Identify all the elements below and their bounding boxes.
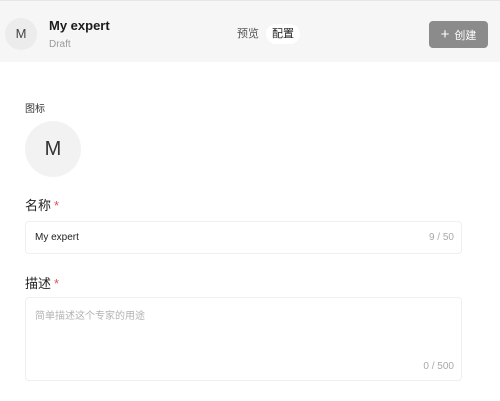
expert-name: My expert (49, 18, 110, 33)
plus-icon: + (440, 26, 450, 43)
name-input[interactable] (35, 222, 415, 253)
description-label-text: 描述 (25, 276, 52, 291)
tab-config[interactable]: 配置 (266, 24, 300, 44)
tab-preview[interactable]: 预览 (233, 24, 263, 44)
expert-title-block: My expert Draft (49, 18, 110, 51)
icon-label: 图标 (25, 104, 45, 115)
mode-tabs: 预览 配置 (233, 24, 300, 44)
required-mark: * (54, 198, 60, 213)
required-mark: * (54, 276, 60, 291)
expert-status: Draft (49, 39, 71, 50)
description-field: 0 / 500 (25, 297, 462, 381)
name-label-text: 名称 (25, 198, 52, 213)
name-char-counter: 9 / 50 (428, 232, 454, 243)
name-field: 9 / 50 (25, 221, 462, 254)
description-char-counter: 0 / 500 (423, 361, 454, 372)
name-label: 名称 * (25, 195, 59, 214)
icon-picker[interactable]: M (25, 121, 81, 177)
create-button-label: 创建 (454, 29, 477, 42)
description-label: 描述 * (25, 273, 59, 292)
create-button[interactable]: + 创建 (429, 21, 488, 48)
expert-avatar: M (5, 18, 37, 50)
description-textarea[interactable] (35, 307, 450, 357)
header-bar: M My expert Draft 预览 配置 + 创建 (0, 0, 500, 62)
